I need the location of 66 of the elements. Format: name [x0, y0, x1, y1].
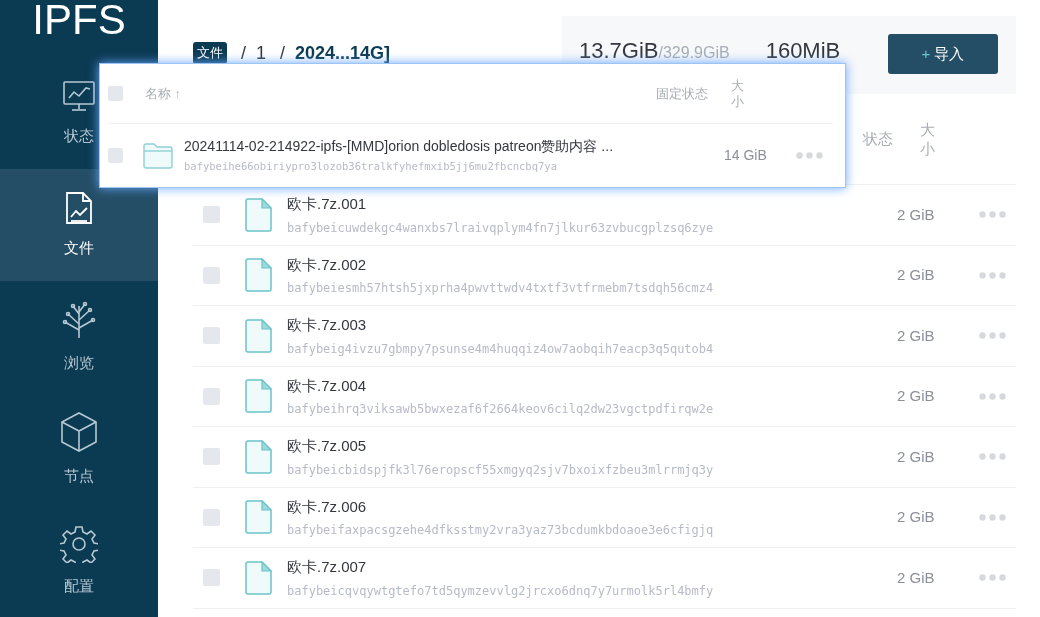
breadcrumb-separator: / [241, 41, 246, 65]
nav-item[interactable]: 配置 [0, 505, 158, 617]
file-icon [244, 318, 272, 353]
file-name[interactable]: 欧卡.7z.004 [287, 374, 897, 397]
stat-value: 160MiB [765, 37, 841, 65]
more-options-icon[interactable] [979, 574, 1006, 582]
cid-text: bafybeiesmh57htsh5jxprha4pwvttwdv4txtf3vtfrmebm7tsdqh56cmz4 [287, 280, 715, 297]
row-checkbox[interactable] [203, 448, 220, 466]
file-icon [244, 197, 272, 232]
file-name[interactable]: 欧卡.7z.003 [287, 314, 897, 337]
cid-text: bafybeicbidspjfk3l76eropscf55xmgyq2sjv7bxoixfzbeu3mlrrmjq3y [287, 461, 715, 479]
row-checkbox[interactable] [203, 266, 220, 284]
more-options-icon[interactable] [979, 513, 1006, 521]
row-checkbox[interactable] [108, 148, 123, 163]
cid-text: bafybeig4ivzu7gbmpy7psunse4m4huqqiz4ow7aobqih7eacp3q5qutob4 [287, 340, 715, 358]
row-checkbox[interactable] [203, 569, 220, 587]
file-icon [244, 500, 272, 535]
nav-item[interactable]: 节点 [0, 393, 158, 505]
nav-item[interactable]: 浏览 [0, 281, 158, 393]
file-icon [244, 379, 272, 414]
breadcrumb-root[interactable]: 文件 [193, 42, 227, 64]
cid-text: bafybeicqvqywtgtefo7td5qymzevvlg2jrcxo6dnq7y7urmolk5rl4bmfy [287, 582, 715, 600]
import-button[interactable]: + 导入 [888, 34, 998, 74]
size-text: 2 GiB [897, 507, 936, 527]
row-checkbox[interactable] [203, 206, 220, 224]
stat-value: 13.7GiB/329.9GiB [579, 37, 730, 65]
more-options-icon[interactable] [979, 453, 1006, 461]
settings-icon [60, 524, 98, 563]
size-text: 2 GiB [897, 386, 936, 406]
file-name[interactable]: 欧卡.7z.005 [287, 435, 897, 458]
breadcrumb-current[interactable]: 2024...14G] [295, 39, 391, 67]
size-text: 14 GiB [724, 146, 768, 165]
more-options-icon[interactable] [979, 271, 1006, 279]
size-text: 2 GiB [897, 265, 936, 285]
row-checkbox[interactable] [203, 387, 220, 405]
more-options-icon[interactable] [979, 392, 1006, 400]
breadcrumb-separator: / [280, 41, 286, 65]
row-checkbox[interactable] [203, 327, 220, 345]
file-name[interactable]: 欧卡.7z.002 [287, 253, 897, 276]
file-name[interactable]: 欧卡.7z.001 [287, 193, 897, 216]
cid-text: bafybeihrq3viksawb5bwxezaf6f2664keov6cilq2dw23vgctpdfirqw2e [287, 401, 715, 418]
file-icon [244, 439, 272, 474]
size-text: 2 GiB [897, 325, 936, 346]
size-text: 2 GiB [897, 204, 936, 225]
file-icon [244, 258, 272, 293]
row-checkbox[interactable] [203, 508, 220, 526]
more-options-icon[interactable] [796, 152, 823, 159]
ipfs-logo: IPFS [32, 0, 126, 42]
file-name[interactable]: 欧卡.7z.006 [287, 495, 897, 518]
breadcrumb-link[interactable]: 1 [256, 39, 267, 67]
file-icon [244, 560, 272, 595]
more-options-icon[interactable] [979, 332, 1006, 340]
nav-item[interactable]: 文件 [0, 169, 158, 281]
select-all-checkbox[interactable] [108, 86, 123, 101]
folder-name[interactable]: 20241114-02-214922-ipfs-[MMD]orion dobledosis patreon赞助内容 ... [184, 136, 724, 158]
document-icon [64, 190, 94, 225]
size-text: 2 GiB [897, 567, 936, 588]
monitor-chart-icon [62, 78, 96, 113]
cid-text: bafybeifaxpacsgzehe4dfksstmy2vra3yaz73bcdumkbdoaoe3e6cfigjq [287, 522, 715, 539]
file-name[interactable]: 欧卡.7z.007 [287, 556, 897, 579]
cube-icon [59, 410, 99, 453]
size-text: 2 GiB [897, 446, 936, 467]
more-options-icon[interactable] [979, 211, 1006, 219]
cid-text: bafybeihe66obiriypro3lozob36tralkfyhefmxib5jj6mu2fbcncbq7ya [184, 159, 558, 175]
folder-icon [143, 142, 173, 169]
cid-text: bafybeicuwdekgc4wanxbs7lraivqplym4fn7jlkur63zvbucgplzsq6zye [287, 219, 715, 237]
